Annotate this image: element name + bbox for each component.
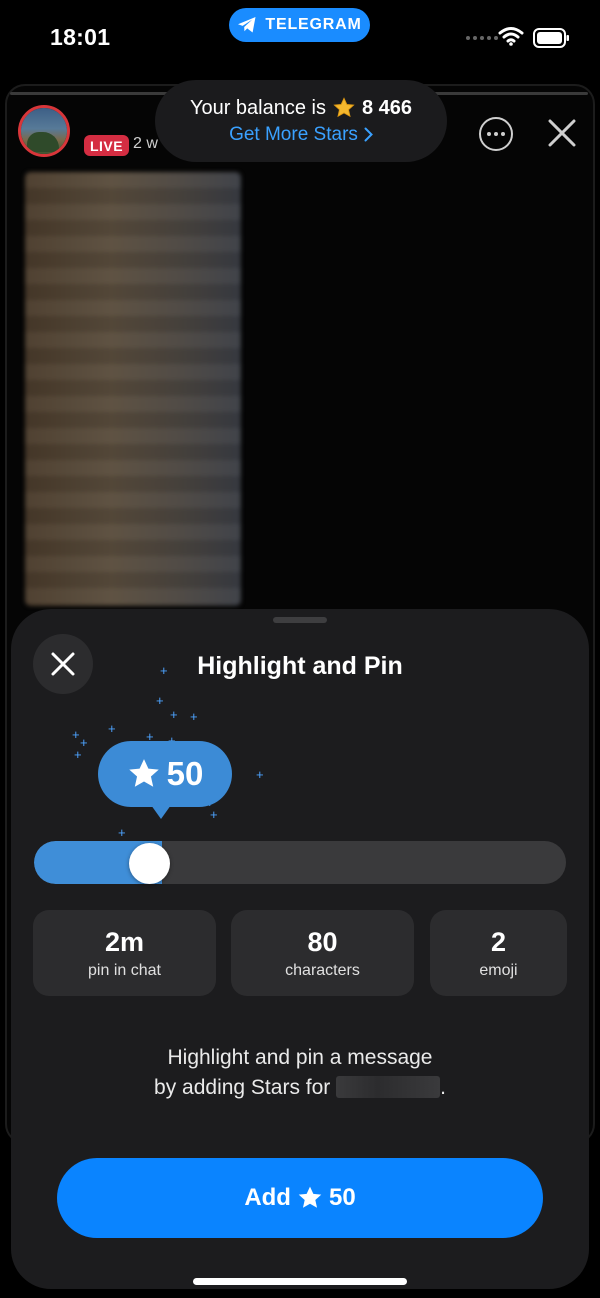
perks-stats: 2m pin in chat 80 characters 2 emoji [33,910,567,996]
balance-line: Your balance is 8 466 [190,97,412,120]
sheet-description: Highlight and pin a message by adding St… [100,1043,500,1103]
stat-emoji: 2 emoji [430,910,567,996]
star-icon [298,1186,322,1208]
description-line-1: Highlight and pin a message [167,1046,433,1069]
stat-value: 2 [490,926,507,957]
stat-label: pin in chat [88,961,161,979]
add-button-label: Add [244,1184,291,1211]
home-indicator[interactable] [193,1278,407,1285]
star-icon [128,759,159,787]
sheet-title: Highlight and Pin [197,652,403,680]
slider-thumb[interactable] [129,843,170,884]
stat-label: emoji [479,961,518,979]
stat-characters: 80 characters [231,910,414,996]
star-icon [333,97,355,118]
stat-value: 80 [307,926,338,957]
get-more-stars-label: Get More Stars [229,123,358,145]
battery-icon [533,28,569,48]
stars-slider[interactable] [34,841,566,884]
app-pill-label: TELEGRAM [265,16,362,33]
signal-dots-icon [466,36,498,40]
avatar[interactable] [18,105,70,157]
description-line-2-text: by adding Stars for [154,1076,331,1099]
stars-value-bubble: 50 [98,741,232,807]
redacted-channel-name [336,1076,441,1098]
description-end: . [440,1076,446,1099]
close-icon[interactable] [545,116,579,150]
get-more-stars-link[interactable]: Get More Stars [229,124,373,146]
sheet-grabber[interactable] [273,617,327,623]
status-time: 18:01 [50,24,111,50]
balance-prefix: Your balance is [189,96,326,119]
telegram-return-pill[interactable]: TELEGRAM [229,8,370,42]
status-bar: 18:01 TELEGRAM [0,0,600,78]
add-button-amount: 50 [328,1184,356,1211]
telegram-plane-icon [238,17,256,33]
more-icon[interactable] [479,117,513,151]
chevron-right-icon [364,127,373,142]
wifi-icon [498,27,524,46]
bubble-tail [151,805,171,819]
watcher-count: 2 w [133,135,158,152]
sheet-close-button[interactable] [33,634,93,694]
stat-value: 2m [104,926,145,957]
blurred-stream-preview [25,172,241,606]
balance-toast: Your balance is 8 466 Get More Stars [155,80,447,162]
close-icon [51,652,75,676]
description-line-2: by adding Stars for . [100,1073,500,1103]
add-stars-button[interactable]: Add 50 [57,1158,543,1238]
bubble-value: 50 [166,755,204,792]
balance-amount: 8 466 [361,96,413,119]
stat-label: characters [285,961,360,979]
live-badge: LIVE [84,135,129,156]
stat-pin-duration: 2m pin in chat [33,910,216,996]
